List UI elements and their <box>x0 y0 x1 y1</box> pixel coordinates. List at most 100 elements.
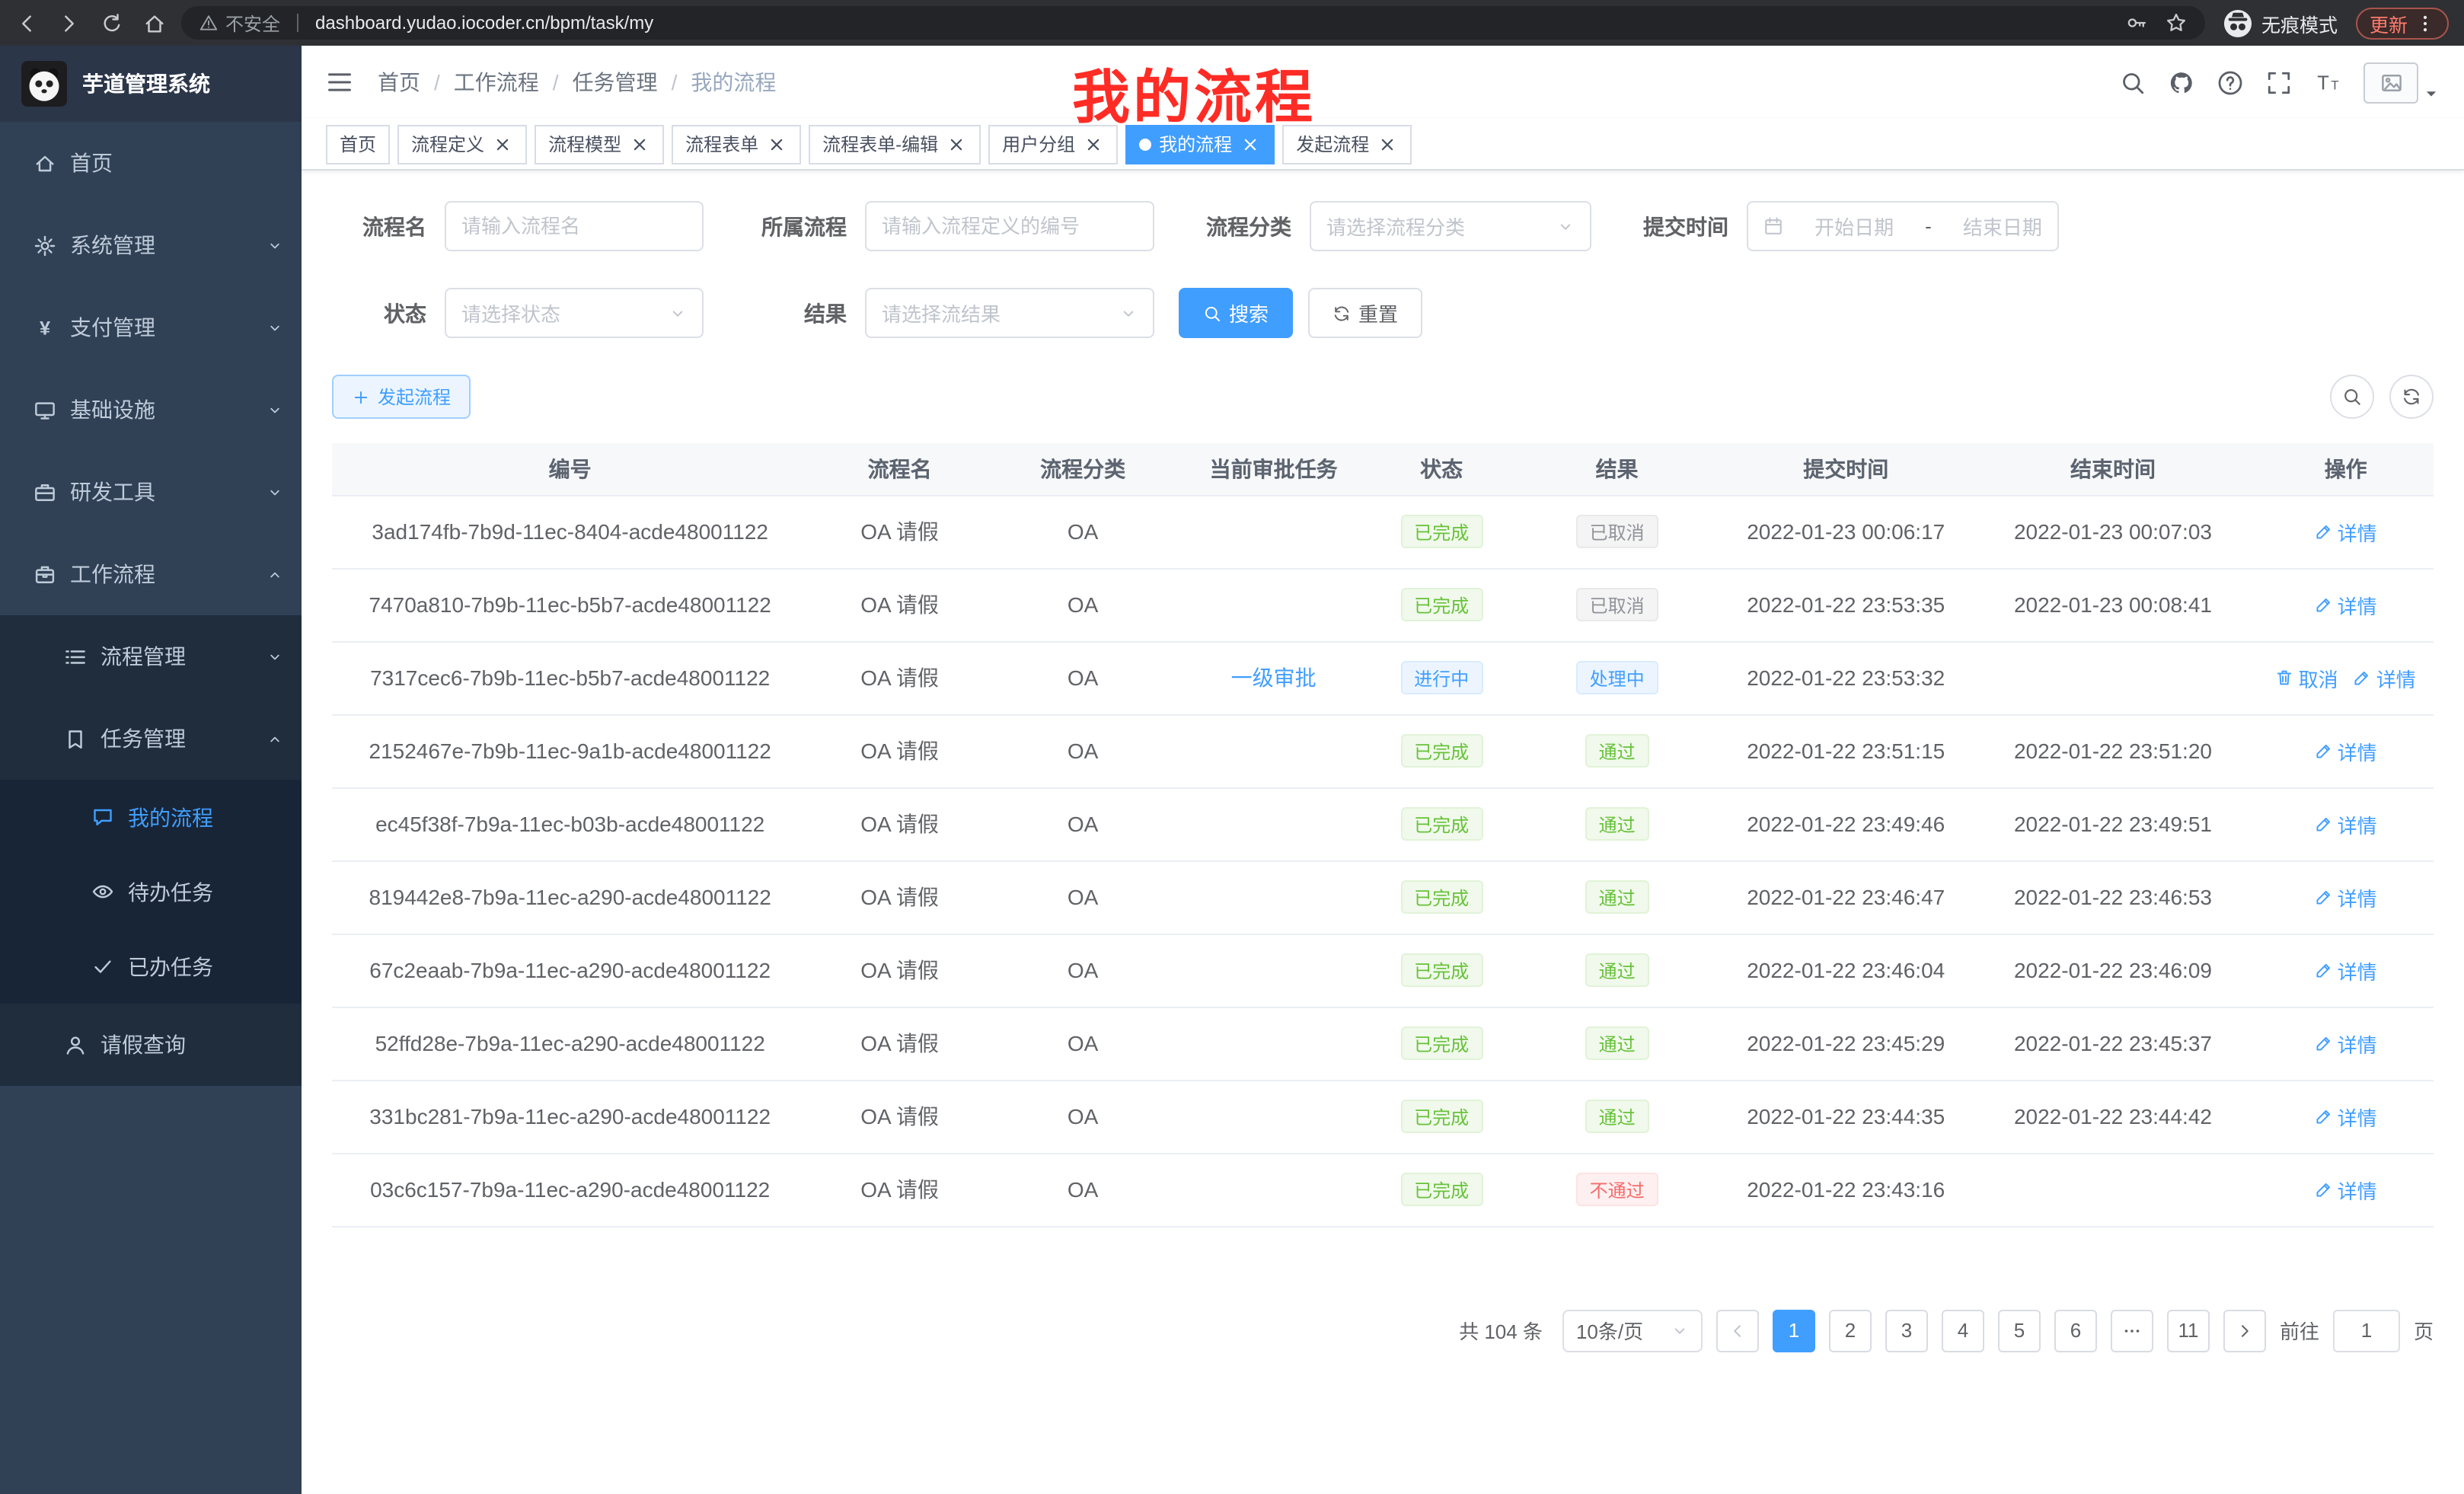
menu-dots-icon[interactable] <box>2415 13 2435 33</box>
sidebar-item-payment[interactable]: ¥支付管理 <box>0 286 302 369</box>
sidebar-item-todo-tasks-label: 待办任务 <box>128 876 283 907</box>
date-range-picker[interactable]: 开始日期 - 结束日期 <box>1747 201 2059 251</box>
tab-label: 流程表单-编辑 <box>822 131 938 157</box>
breadcrumb-item[interactable]: 首页 <box>378 67 420 97</box>
toggle-search-button[interactable] <box>2330 375 2374 419</box>
edit-icon <box>2315 1034 2333 1052</box>
pagination-page-2[interactable]: 2 <box>1829 1309 1872 1352</box>
tab-start-process[interactable]: 发起流程 <box>1282 124 1412 164</box>
back-button[interactable] <box>15 11 38 34</box>
tab-my-process[interactable]: 我的流程 <box>1125 124 1275 164</box>
sidebar-item-workflow[interactable]: 工作流程 <box>0 533 302 615</box>
cell-category: OA <box>991 568 1175 641</box>
pagination-jump-input[interactable] <box>2333 1309 2400 1352</box>
search-button[interactable]: 搜索 <box>1179 288 1293 338</box>
chevron-down-icon <box>267 237 283 254</box>
edit-icon <box>2315 815 2333 833</box>
bookmark-star-icon[interactable] <box>2166 12 2187 34</box>
search-icon <box>2342 387 2362 407</box>
page-size-select[interactable]: 10条/页 <box>1562 1309 1703 1352</box>
start-process-button[interactable]: 发起流程 <box>332 375 471 419</box>
update-button[interactable]: 更新 <box>2356 7 2449 39</box>
pagination-page-11[interactable]: 11 <box>2167 1309 2210 1352</box>
security-warning[interactable]: 不安全 <box>199 10 280 36</box>
sidebar-item-home[interactable]: 首页 <box>0 122 302 204</box>
home-button[interactable] <box>143 11 166 34</box>
caret-down-icon[interactable] <box>2423 85 2440 101</box>
breadcrumb-item[interactable]: 任务管理 <box>573 67 658 97</box>
hamburger-icon[interactable] <box>326 69 353 96</box>
tab-home[interactable]: 首页 <box>326 124 390 164</box>
sidebar-item-leave-query[interactable]: 请假查询 <box>0 1004 302 1086</box>
pagination-page-4[interactable]: 4 <box>1942 1309 1984 1352</box>
detail-link[interactable]: 详情 <box>2315 517 2377 546</box>
github-icon[interactable] <box>2169 69 2194 95</box>
sidebar-item-system[interactable]: 系统管理 <box>0 204 302 286</box>
sidebar-item-todo-tasks[interactable]: 待办任务 <box>0 854 302 929</box>
pagination-page-6[interactable]: 6 <box>2054 1309 2097 1352</box>
detail-link[interactable]: 详情 <box>2315 883 2377 911</box>
date-end-placeholder: 结束日期 <box>1963 212 2042 241</box>
tab-process-definition[interactable]: 流程定义 <box>397 124 527 164</box>
key-icon[interactable] <box>2126 12 2147 34</box>
home-icon <box>34 152 56 174</box>
process-def-input[interactable] <box>865 201 1154 251</box>
help-icon[interactable] <box>2217 69 2243 95</box>
result-select[interactable]: 请选择流结果 <box>865 288 1154 338</box>
pagination-prev-button[interactable] <box>1716 1309 1759 1352</box>
detail-link[interactable]: 详情 <box>2315 1175 2377 1204</box>
app-logo-row[interactable]: 芋道管理系统 <box>0 46 302 122</box>
pagination-next-button[interactable] <box>2223 1309 2266 1352</box>
refresh-table-button[interactable] <box>2389 375 2434 419</box>
detail-link[interactable]: 详情 <box>2315 1102 2377 1131</box>
avatar[interactable] <box>2363 62 2440 103</box>
sidebar-item-my-process[interactable]: 我的流程 <box>0 780 302 854</box>
process-table: 编号流程名流程分类当前审批任务状态结果提交时间结束时间操作 3ad174fb-7… <box>332 443 2434 1227</box>
process-name-input[interactable] <box>445 201 704 251</box>
address-bar[interactable]: 不安全 dashboard.yudao.iocoder.cn/bpm/task/… <box>181 6 2205 40</box>
detail-link[interactable]: 详情 <box>2315 736 2377 765</box>
detail-link[interactable]: 详情 <box>2354 663 2416 692</box>
sidebar-item-infra[interactable]: 基础设施 <box>0 369 302 451</box>
pagination-page-5[interactable]: 5 <box>1998 1309 2041 1352</box>
sidebar-item-process-mgmt[interactable]: 流程管理 <box>0 615 302 698</box>
tab-process-model[interactable]: 流程模型 <box>535 124 664 164</box>
chat-icon <box>91 806 114 828</box>
pagination-page-3[interactable]: 3 <box>1885 1309 1928 1352</box>
fullscreen-icon[interactable] <box>2266 69 2292 95</box>
cell-end-time: 2022-01-23 00:08:41 <box>1968 568 2258 641</box>
tab-process-form-edit[interactable]: 流程表单-编辑 <box>809 124 981 164</box>
detail-link[interactable]: 详情 <box>2315 956 2377 985</box>
table-row: 52ffd28e-7b9a-11ec-a290-acde48001122OA 请… <box>332 1007 2434 1080</box>
detail-link[interactable]: 详情 <box>2315 1029 2377 1058</box>
result-badge: 不通过 <box>1576 1173 1658 1206</box>
sidebar-item-task-mgmt[interactable]: 任务管理 <box>0 698 302 780</box>
tab-process-form[interactable]: 流程表单 <box>672 124 801 164</box>
tab-label: 用户分组 <box>1002 131 1075 157</box>
col-current-task: 当前审批任务 <box>1174 443 1373 495</box>
forward-button[interactable] <box>58 11 81 34</box>
breadcrumb-separator: / <box>553 70 559 94</box>
pagination-page-1[interactable]: 1 <box>1773 1309 1815 1352</box>
category-select[interactable]: 请选择流程分类 <box>1310 201 1591 251</box>
sidebar-item-devtools[interactable]: 研发工具 <box>0 451 302 533</box>
reload-button[interactable] <box>101 11 123 34</box>
detail-link-label: 详情 <box>2338 590 2377 619</box>
font-size-icon[interactable]: TT <box>2315 69 2341 95</box>
detail-link[interactable]: 详情 <box>2315 809 2377 838</box>
chevron-down-icon <box>1119 304 1138 322</box>
tabs-bar: 首页流程定义流程模型流程表单流程表单-编辑 用户分组 我的流程发起流程 <box>302 119 2464 171</box>
detail-link[interactable]: 详情 <box>2315 590 2377 619</box>
sidebar-item-done-tasks[interactable]: 已办任务 <box>0 929 302 1004</box>
breadcrumb-item[interactable]: 工作流程 <box>454 67 539 97</box>
cancel-link[interactable]: 取消 <box>2276 663 2338 692</box>
current-task-link[interactable]: 一级审批 <box>1231 666 1317 690</box>
pagination-more-button[interactable] <box>2111 1309 2153 1352</box>
search-icon[interactable] <box>2120 69 2146 95</box>
status-select[interactable]: 请选择状态 <box>445 288 704 338</box>
start-process-label: 发起流程 <box>378 384 451 410</box>
reset-button[interactable]: 重置 <box>1308 288 1422 338</box>
sidebar-nav: 首页系统管理¥支付管理基础设施研发工具工作流程流程管理任务管理我的流程待办任务已… <box>0 122 302 1086</box>
tab-user-group[interactable]: 用户分组 <box>988 124 1118 164</box>
incognito-badge[interactable]: 无痕模式 <box>2223 8 2338 37</box>
